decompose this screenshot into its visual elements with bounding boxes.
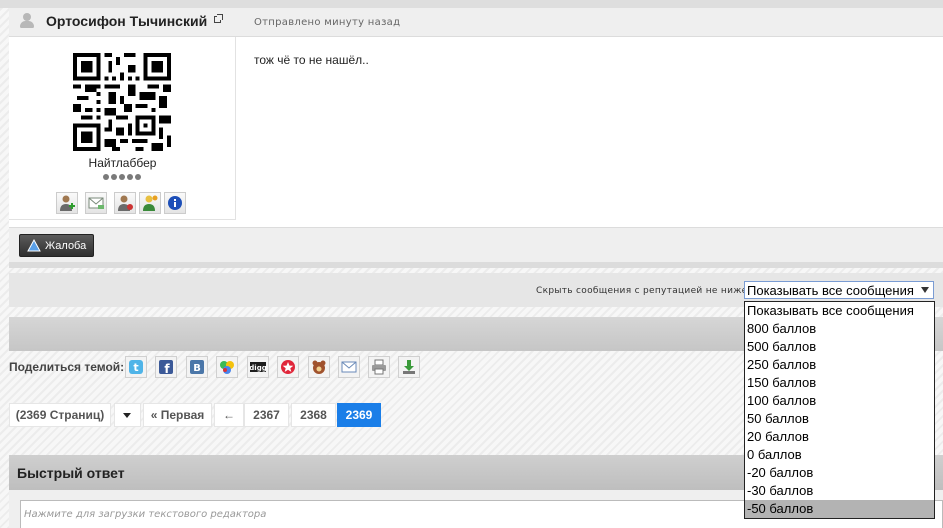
vkontakte-icon[interactable]: В — [186, 356, 208, 378]
facebook-icon[interactable]: f — [155, 356, 177, 378]
dropdown-option[interactable]: 150 баллов — [745, 374, 934, 392]
print-icon[interactable] — [368, 356, 390, 378]
reputation-filter-label: Скрыть сообщения с репутацией не ниже — [536, 286, 748, 296]
page-count: (2369 Страниц) — [9, 403, 111, 427]
current-page[interactable]: 2369 — [337, 403, 381, 427]
author-rank: Найтлаббер — [88, 156, 157, 170]
quick-reply-title: Быстрый ответ — [17, 465, 125, 481]
dropdown-option[interactable]: 800 баллов — [745, 320, 934, 338]
top-strip — [0, 0, 943, 8]
google-buzz-icon[interactable] — [216, 356, 238, 378]
post-text: тож чё то не нашёл.. — [254, 53, 369, 67]
dropdown-option[interactable]: Показывать все сообщения — [745, 302, 934, 320]
dropdown-option[interactable]: 100 баллов — [745, 392, 934, 410]
post-body: Найтлаббер тож чё то не нашёл.. — [9, 37, 943, 227]
author-panel: Найтлаббер — [9, 37, 236, 220]
author-name-link[interactable]: Ортосифон Тычинский — [46, 13, 207, 29]
rank-pip — [111, 174, 117, 180]
dropdown-option[interactable]: 250 баллов — [745, 356, 934, 374]
warning-triangle-icon — [27, 239, 41, 252]
star-bookmark-icon[interactable] — [277, 356, 299, 378]
mail-ru-icon[interactable] — [308, 356, 330, 378]
ignore-user-icon[interactable] — [139, 192, 161, 214]
page-jump-button[interactable] — [114, 403, 141, 427]
envelope-icon[interactable] — [85, 192, 107, 214]
editor-placeholder: Нажмите для загрузки текстового редактор… — [24, 509, 267, 520]
reputation-filter-value: Показывать все сообщения — [747, 283, 914, 298]
rank-pip — [103, 174, 109, 180]
qr-code-avatar[interactable] — [73, 53, 171, 151]
first-page-link[interactable]: « Первая — [143, 403, 212, 427]
external-link-icon[interactable] — [214, 14, 223, 23]
chevron-down-icon — [123, 413, 131, 418]
svg-text:В: В — [193, 363, 201, 374]
rank-pip — [127, 174, 133, 180]
dropdown-option[interactable]: -30 баллов — [745, 482, 934, 500]
post-timestamp: Отправлено минуту назад — [254, 17, 401, 28]
email-icon[interactable] — [338, 356, 360, 378]
page-link-2368[interactable]: 2368 — [291, 403, 336, 427]
post-divider — [9, 262, 943, 268]
share-label: Поделиться темой: — [9, 360, 125, 374]
rank-pips — [103, 174, 143, 182]
reputation-filter-select[interactable]: Показывать все сообщения — [744, 281, 934, 299]
reputation-filter-dropdown[interactable]: Показывать все сообщения 800 баллов 500 … — [744, 301, 935, 519]
dropdown-option[interactable]: -20 баллов — [745, 464, 934, 482]
report-button[interactable]: Жалоба — [19, 234, 94, 257]
info-icon[interactable] — [164, 192, 186, 214]
dropdown-option[interactable]: 20 баллов — [745, 428, 934, 446]
dropdown-option[interactable]: 500 баллов — [745, 338, 934, 356]
twitter-icon[interactable]: t — [125, 356, 147, 378]
svg-text:digg: digg — [249, 364, 266, 372]
view-profile-icon[interactable] — [114, 192, 136, 214]
post-footer: Жалоба — [9, 227, 943, 263]
rank-pip — [135, 174, 141, 180]
svg-text:f: f — [164, 362, 170, 376]
dropdown-option[interactable]: 50 баллов — [745, 410, 934, 428]
rank-pip — [119, 174, 125, 180]
post-header: Ортосифон Тычинский Отправлено минуту на… — [9, 8, 943, 37]
page-link-2367[interactable]: 2367 — [244, 403, 289, 427]
chevron-down-icon — [921, 287, 929, 293]
report-label: Жалоба — [45, 240, 87, 252]
digg-icon[interactable]: digg — [247, 356, 269, 378]
add-friend-icon[interactable] — [56, 192, 78, 214]
dropdown-option[interactable]: 0 баллов — [745, 446, 934, 464]
dropdown-option-highlighted[interactable]: -50 баллов — [745, 500, 934, 518]
svg-text:t: t — [133, 361, 138, 374]
download-icon[interactable] — [398, 356, 420, 378]
prev-page-link[interactable]: ← — [214, 403, 244, 427]
user-icon — [19, 13, 35, 29]
